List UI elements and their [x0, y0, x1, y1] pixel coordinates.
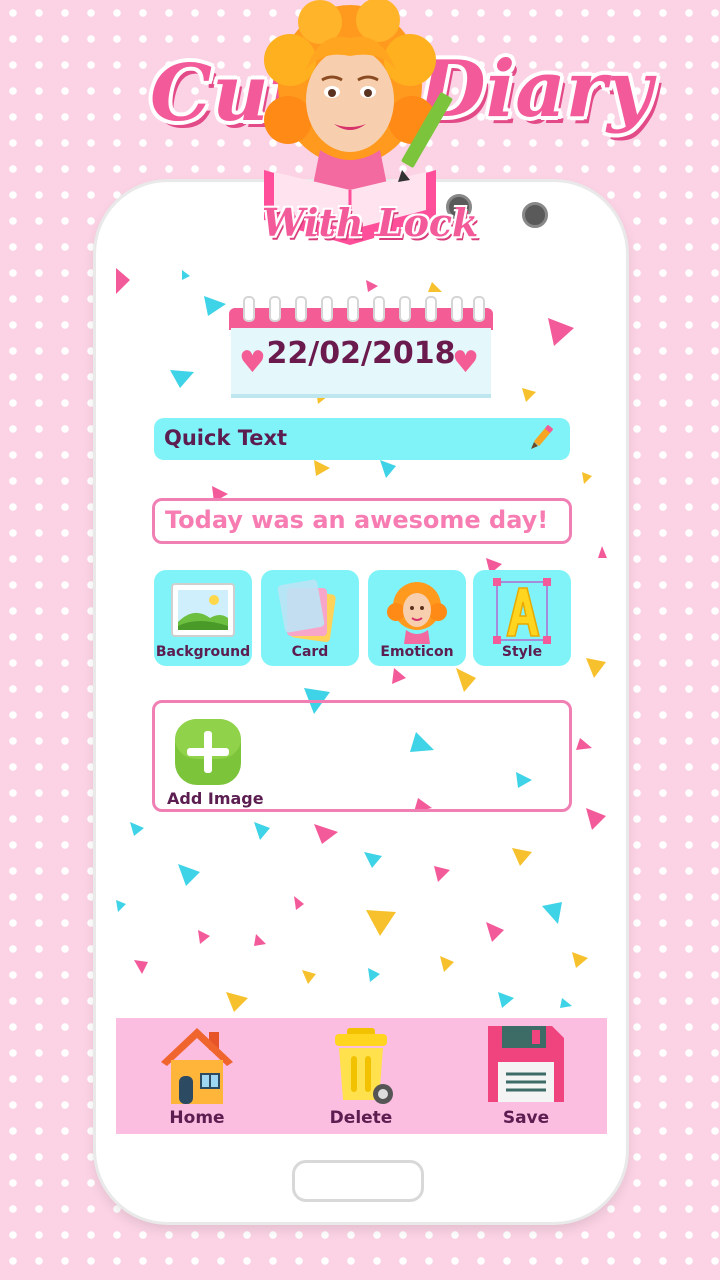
- emoticon-label: Emoticon: [380, 644, 454, 660]
- entry-date: 22/02/2018: [266, 336, 456, 371]
- house-icon: [161, 1028, 233, 1104]
- calendar-ring: [399, 296, 411, 322]
- quick-text-button[interactable]: Quick Text: [154, 418, 570, 460]
- add-image-area[interactable]: Add Image: [152, 700, 572, 812]
- save-button[interactable]: Save: [471, 1024, 581, 1128]
- delete-button[interactable]: Delete: [306, 1024, 416, 1128]
- style-button[interactable]: Style: [473, 570, 571, 666]
- calendar-ring: [425, 296, 437, 322]
- calendar-ring: [269, 296, 281, 322]
- entry-text-value: Today was an awesome day!: [165, 506, 549, 534]
- add-image-label: Add Image: [167, 789, 264, 808]
- home-button[interactable]: Home: [142, 1024, 252, 1128]
- letter-a-style-icon: [493, 578, 551, 644]
- style-label: Style: [501, 644, 543, 660]
- calendar-ring: [373, 296, 385, 322]
- landscape-picture-icon: [171, 583, 235, 637]
- calendar-ring: [243, 296, 255, 322]
- calendar-ring: [473, 296, 485, 322]
- date-calendar[interactable]: ♥ ♥ 22/02/2018: [229, 296, 493, 398]
- bottom-nav-bar: Home Delete Save: [116, 1018, 607, 1134]
- floppy-disk-icon: [488, 1026, 564, 1102]
- cards-stack-icon: [277, 579, 336, 643]
- card-label: Card: [291, 644, 329, 660]
- background-button[interactable]: Background: [154, 570, 252, 666]
- calendar-ring: [451, 296, 463, 322]
- app-logo: Cute Diary With Lock: [0, 0, 720, 270]
- background-label: Background: [155, 644, 251, 660]
- calendar-ring: [321, 296, 333, 322]
- pencil-icon: [531, 425, 553, 449]
- entry-text-field[interactable]: Today was an awesome day!: [152, 498, 572, 544]
- calendar-ring: [347, 296, 359, 322]
- emoticon-button[interactable]: Emoticon: [368, 570, 466, 666]
- card-button[interactable]: Card: [261, 570, 359, 666]
- quick-text-label: Quick Text: [164, 426, 288, 450]
- diary-screen: ♥ ♥ 22/02/2018 Quick Text Today was an a…: [116, 268, 607, 1134]
- calendar-ring: [295, 296, 307, 322]
- phone-home-button[interactable]: [292, 1160, 424, 1202]
- plus-icon[interactable]: [173, 717, 243, 787]
- save-label: Save: [502, 1108, 550, 1128]
- delete-label: Delete: [329, 1108, 393, 1128]
- home-label: Home: [169, 1108, 225, 1128]
- logo-subtitle: With Lock: [262, 200, 479, 245]
- girl-avatar-icon: [387, 582, 447, 644]
- trash-bin-icon: [335, 1028, 393, 1104]
